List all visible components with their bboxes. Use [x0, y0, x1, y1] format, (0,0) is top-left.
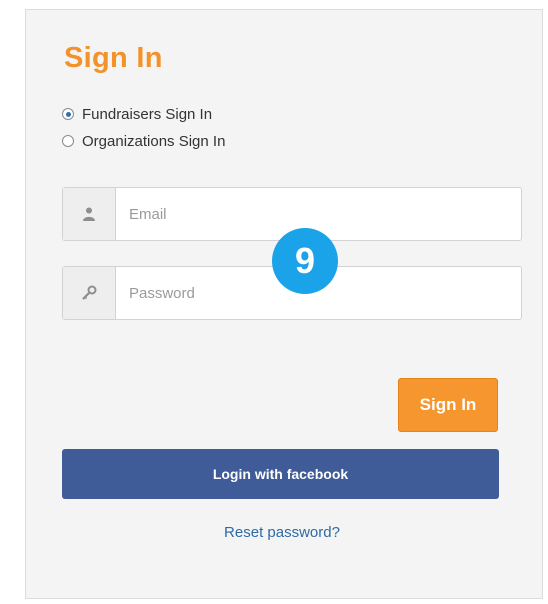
- radio-label-fundraisers: Fundraisers Sign In: [82, 105, 213, 123]
- page-title: Sign In: [64, 42, 163, 74]
- radio-button[interactable]: [62, 135, 74, 147]
- sign-in-button[interactable]: Sign In: [398, 378, 498, 432]
- radio-organizations[interactable]: Organizations Sign In: [62, 130, 225, 152]
- step-badge: 9: [272, 228, 338, 294]
- radio-label-organizations: Organizations Sign In: [82, 132, 226, 150]
- radio-button-selected[interactable]: [62, 108, 74, 120]
- sign-in-panel: Sign In Fundraisers Sign In Organization…: [25, 9, 543, 599]
- facebook-login-button[interactable]: Login with facebook: [62, 449, 499, 499]
- reset-password-link[interactable]: Reset password?: [0, 524, 548, 541]
- key-icon: [63, 267, 116, 319]
- radio-fundraisers[interactable]: Fundraisers Sign In: [62, 103, 212, 125]
- user-icon: [63, 188, 116, 240]
